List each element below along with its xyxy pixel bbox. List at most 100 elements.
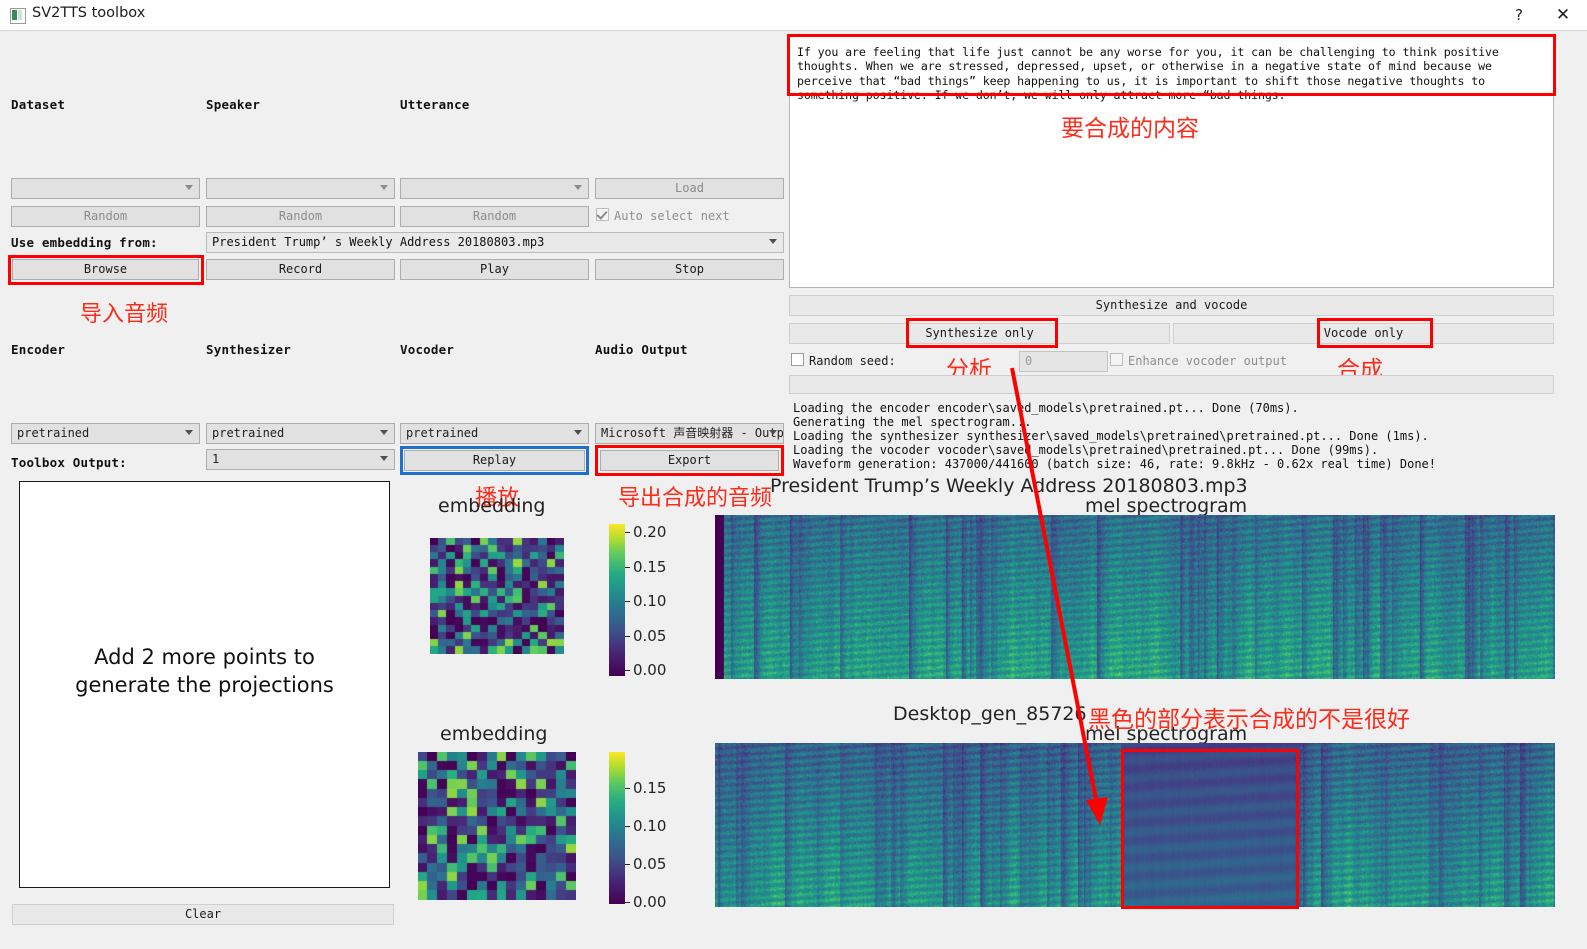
checkbox-box (1110, 353, 1123, 366)
chevron-down-icon (185, 430, 193, 435)
encoder-combo-value: pretrained (17, 426, 90, 440)
window-title: SV2TTS toolbox (32, 5, 146, 21)
embedding-top-heatmap (430, 538, 564, 654)
embedding-top-title: embedding (438, 495, 546, 517)
audio-output-label: Audio Output (595, 342, 688, 357)
load-button[interactable]: Load (595, 178, 784, 199)
toolbox-output-value: 1 (212, 452, 220, 466)
audio-output-combo[interactable]: Microsoft 声音映射器 - Outpu (595, 423, 784, 444)
vocoder-combo[interactable]: pretrained (400, 423, 589, 444)
audio-output-value: Microsoft 声音映射器 - Outpu (601, 426, 784, 440)
colorbar-tick-mark (625, 902, 630, 903)
checkbox-box (596, 208, 609, 221)
chevron-down-icon (574, 185, 582, 190)
random-seed-checkbox[interactable]: Random seed: (791, 353, 896, 368)
log-line: Loading the vocoder vocoder\saved_models… (793, 443, 1379, 457)
vocoder-combo-value: pretrained (406, 426, 479, 440)
random-speaker-button[interactable]: Random (206, 206, 395, 227)
bottom-spectrogram-name: Desktop_gen_85726 (893, 703, 1087, 725)
browse-highlight-box (8, 255, 204, 285)
replay-highlight-box (400, 446, 589, 475)
chevron-down-icon (380, 456, 388, 461)
encoder-combo[interactable]: pretrained (11, 423, 200, 444)
speaker-combo[interactable] (206, 178, 395, 199)
chevron-down-icon (574, 430, 582, 435)
annotation-black-part-note: 黑色的部分表示合成的不是很好 (1088, 707, 1410, 733)
embedding-bottom-title: embedding (440, 723, 548, 745)
colorbar-tick-label: 0.00 (633, 893, 667, 911)
log-line: Loading the synthesizer synthesizer\save… (793, 429, 1429, 443)
enhance-vocoder-output-checkbox[interactable]: Enhance vocoder output (1110, 353, 1287, 368)
play-button[interactable]: Play (400, 259, 589, 280)
random-utterance-button[interactable]: Random (400, 206, 589, 227)
projections-panel[interactable]: Add 2 more points to generate the projec… (19, 481, 390, 888)
auto-select-next-label: Auto select next (614, 209, 730, 223)
chevron-down-icon (380, 185, 388, 190)
synthesizer-combo[interactable]: pretrained (206, 423, 395, 444)
seed-input[interactable]: 0 (1019, 351, 1108, 372)
top-mel-spectrogram (715, 515, 1555, 679)
projections-message-line2: generate the projections (75, 673, 334, 697)
colorbar-tick-label: 0.10 (633, 817, 667, 835)
log-line: Loading the encoder encoder\saved_models… (793, 401, 1299, 415)
title-bar: SV2TTS toolbox ? ✕ (0, 0, 1587, 31)
vocode-only-highlight-box (1317, 318, 1433, 348)
colorbar-tick-label: 0.15 (633, 779, 667, 797)
record-button[interactable]: Record (206, 259, 395, 280)
chevron-down-icon (769, 430, 777, 435)
chevron-down-icon (380, 430, 388, 435)
synthesize-only-highlight-box (906, 318, 1058, 348)
synthesizer-label: Synthesizer (206, 342, 291, 357)
top-spectrogram-name: President Trump’s Weekly Address 2018080… (770, 475, 1248, 497)
colorbar-tick-mark (625, 601, 630, 602)
log-line: Waveform generation: 437000/441600 (batc… (793, 457, 1436, 471)
colorbar-tick-mark (625, 635, 630, 637)
app-icon (10, 8, 26, 24)
encoder-label: Encoder (11, 342, 66, 357)
utterance-combo[interactable] (400, 178, 589, 199)
colorbar-tick-label: 0.15 (633, 557, 667, 576)
toolbox-output-label: Toolbox Output: (11, 455, 127, 470)
top-spectrogram-subtitle: mel spectrogram (1085, 495, 1248, 517)
colorbar-tick-mark (625, 532, 630, 533)
close-button[interactable]: ✕ (1541, 0, 1585, 30)
bad-synthesis-highlight-box (1121, 749, 1299, 909)
utterance-label: Utterance (400, 97, 470, 112)
annotation-import-audio: 导入音频 (80, 302, 169, 327)
annotation-content-to-synthesize: 要合成的内容 (1061, 116, 1199, 142)
colorbar-tick-label: 0.00 (633, 661, 667, 679)
random-seed-label: Random seed: (809, 354, 896, 368)
colorbar-tick-mark (625, 864, 630, 865)
projections-message-line1: Add 2 more points to (94, 645, 315, 669)
embedding-bottom-heatmap (418, 752, 576, 900)
colorbar-top (609, 524, 625, 676)
colorbar-tick-label: 0.10 (633, 592, 667, 610)
colorbar-tick-mark (625, 788, 630, 789)
vocoder-label: Vocoder (400, 342, 455, 357)
colorbar-tick-label: 0.20 (633, 523, 667, 541)
clear-button[interactable]: Clear (12, 904, 394, 925)
chevron-down-icon (769, 239, 777, 244)
synthesizer-combo-value: pretrained (212, 426, 285, 440)
stop-button[interactable]: Stop (595, 259, 784, 280)
help-button[interactable]: ? (1497, 0, 1541, 30)
colorbar-tick-mark (625, 566, 630, 568)
toolbox-output-combo[interactable]: 1 (206, 449, 395, 470)
log-line: Generating the mel spectrogram... (793, 415, 1032, 429)
dataset-combo[interactable] (11, 178, 200, 199)
auto-select-next-checkbox[interactable]: Auto select next (596, 208, 730, 223)
synthesis-text-highlight-box (787, 34, 1556, 96)
use-embedding-from-combo[interactable]: President Trump’ s Weekly Address 201808… (206, 232, 784, 253)
checkbox-box (791, 353, 804, 366)
colorbar-tick-label: 0.05 (633, 855, 667, 873)
synthesize-and-vocode-button[interactable]: Synthesize and vocode (789, 295, 1554, 316)
colorbar-bottom (609, 752, 625, 904)
chevron-down-icon (185, 185, 193, 190)
colorbar-tick-mark (625, 670, 630, 671)
enhance-vocoder-output-label: Enhance vocoder output (1128, 354, 1287, 368)
use-embedding-from-label: Use embedding from: (11, 235, 158, 250)
random-dataset-button[interactable]: Random (11, 206, 200, 227)
use-embedding-from-value: President Trump’ s Weekly Address 201808… (212, 235, 545, 249)
progress-bar (789, 375, 1554, 394)
colorbar-tick-mark (625, 826, 630, 827)
